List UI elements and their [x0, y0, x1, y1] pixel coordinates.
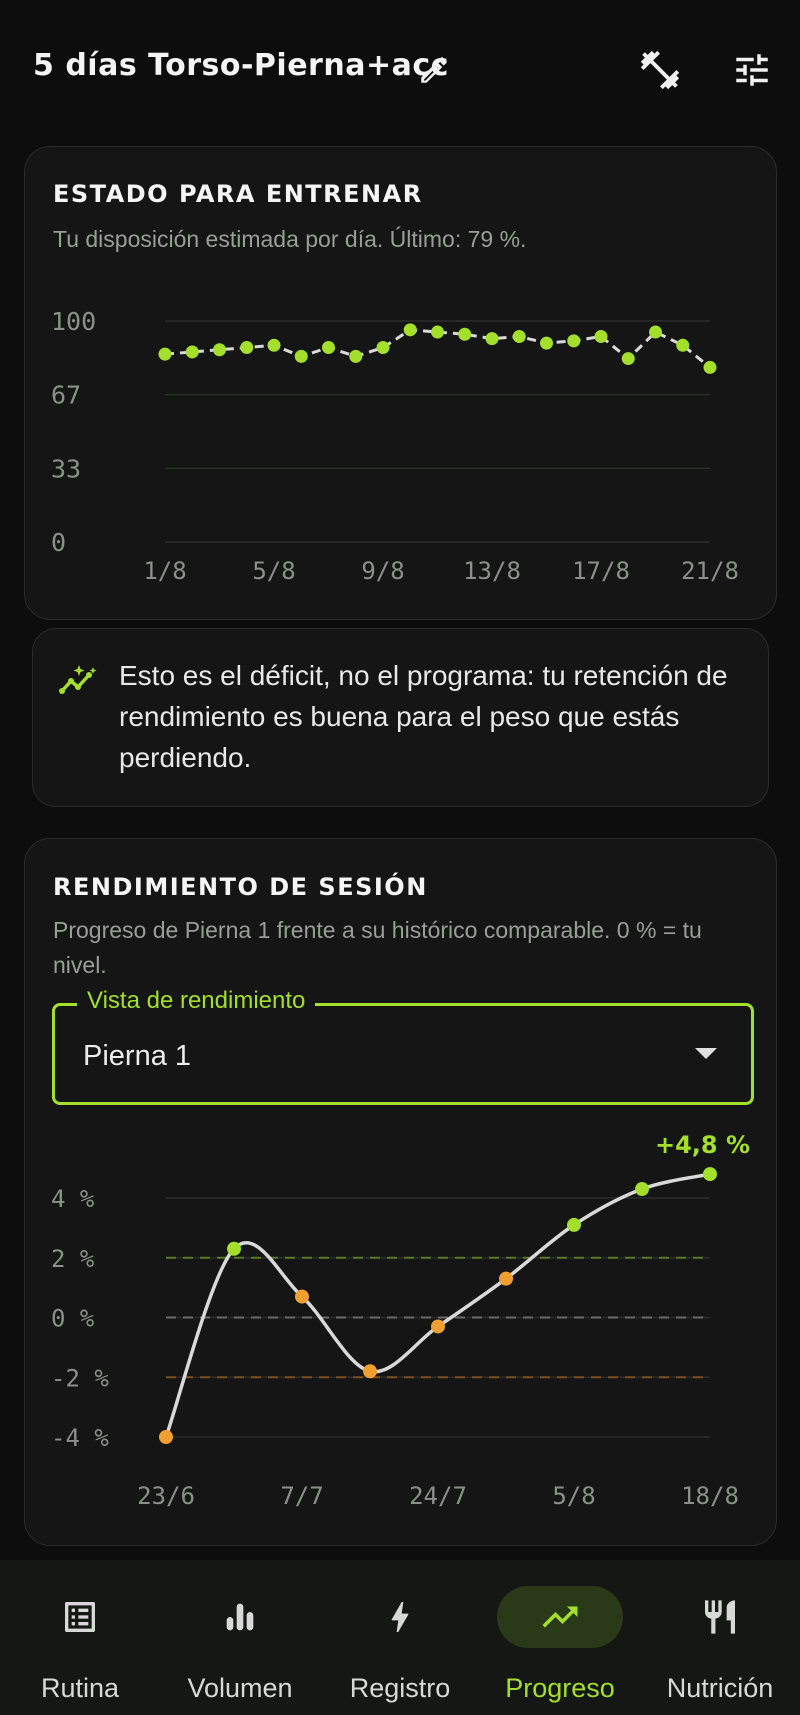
- nav-icon-container: [17, 1586, 143, 1648]
- data-point: [213, 343, 226, 357]
- y-tick-label: 33: [51, 454, 81, 483]
- nav-item-rutina[interactable]: Rutina: [0, 1560, 160, 1715]
- data-point: [703, 1167, 717, 1182]
- last-value-label: +4,8 %: [655, 1131, 750, 1159]
- data-point: [594, 329, 608, 343]
- edit-icon[interactable]: [417, 53, 451, 87]
- y-tick-label: 100: [51, 307, 96, 336]
- bolt-icon: [391, 1602, 409, 1632]
- nav-icon-container: [177, 1586, 303, 1648]
- nav-item-nutricion[interactable]: Nutrición: [640, 1560, 800, 1715]
- data-point: [403, 323, 417, 337]
- data-point: [485, 332, 499, 346]
- data-point: [621, 352, 635, 366]
- bar-chart-icon: [226, 1603, 254, 1631]
- data-point: [499, 1271, 513, 1286]
- data-point: [567, 1217, 581, 1232]
- data-point: [363, 1364, 377, 1379]
- nav-label: Registro: [349, 1673, 451, 1703]
- y-tick-label: -4 %: [51, 1424, 109, 1452]
- dumbbell-icon[interactable]: [636, 47, 684, 93]
- list-icon: [65, 1602, 95, 1632]
- data-point: [159, 1430, 173, 1444]
- data-point: [185, 345, 199, 359]
- y-tick-label: -2 %: [51, 1364, 109, 1392]
- x-tick-label: 23/6: [137, 1482, 195, 1510]
- data-point: [540, 336, 553, 350]
- x-tick-label: 18/8: [681, 1482, 739, 1510]
- nav-icon-container: [657, 1586, 783, 1648]
- data-point: [567, 334, 581, 348]
- data-point: [431, 1319, 445, 1334]
- readiness-card: ESTADO PARA ENTRENAR Tu disposición esti…: [24, 146, 777, 620]
- y-tick-label: 4 %: [51, 1185, 95, 1213]
- insight-text: Esto es el déficit, no el programa: tu r…: [119, 660, 728, 773]
- data-point: [294, 349, 308, 363]
- data-point: [376, 341, 390, 355]
- performance-card: RENDIMIENTO DE SESIÓN Progreso de Pierna…: [24, 838, 777, 1546]
- nav-item-progreso[interactable]: Progreso: [480, 1560, 640, 1715]
- x-tick-label: 21/8: [681, 557, 739, 585]
- top-app-bar: 5 días Torso-Pierna+acc: [0, 0, 800, 140]
- data-point: [240, 341, 254, 355]
- x-tick-label: 24/7: [409, 1482, 467, 1510]
- x-tick-label: 17/8: [572, 557, 630, 585]
- data-point: [349, 349, 363, 363]
- nav-icon-container: [337, 1586, 463, 1648]
- bottom-navigation: Rutina Volumen Registro Progreso Nutrici…: [0, 1560, 800, 1715]
- x-tick-label: 5/8: [252, 557, 295, 585]
- data-point: [227, 1241, 241, 1256]
- data-point: [267, 338, 281, 352]
- nav-item-registro[interactable]: Registro: [320, 1560, 480, 1715]
- y-tick-label: 67: [51, 381, 81, 410]
- data-point: [649, 325, 662, 339]
- data-point: [676, 338, 690, 352]
- data-point: [322, 341, 335, 355]
- insight-card: Esto es el déficit, no el programa: tu r…: [32, 628, 769, 807]
- data-point: [295, 1289, 309, 1304]
- nav-label: Nutrición: [666, 1673, 774, 1703]
- performance-chart: +4,8 % 4 % 2 % 0 % -2 % -4 % 23/6 7/7 24/7 5/8 18…: [51, 1131, 750, 1510]
- x-tick-label: 1/8: [143, 557, 186, 585]
- routine-title[interactable]: 5 días Torso-Pierna+acc: [33, 48, 449, 83]
- y-tick-label: 2 %: [51, 1245, 95, 1273]
- trend-line: [164, 1172, 712, 1439]
- data-point: [431, 325, 444, 339]
- nav-item-volumen[interactable]: Volumen: [160, 1560, 320, 1715]
- restaurant-icon: [705, 1600, 735, 1634]
- x-tick-label: 7/7: [280, 1482, 323, 1510]
- nav-label: Volumen: [187, 1673, 293, 1703]
- nav-icon-container: [497, 1586, 623, 1648]
- y-tick-label: 0: [51, 528, 66, 557]
- data-point: [158, 347, 172, 361]
- nav-label: Rutina: [40, 1673, 120, 1703]
- sparkle-trend-icon: [59, 665, 97, 694]
- data-point: [512, 329, 526, 343]
- trending-up-icon: [542, 1606, 578, 1628]
- data-point: [635, 1182, 649, 1197]
- data-point: [703, 360, 717, 374]
- tune-icon[interactable]: [730, 49, 774, 91]
- x-tick-label: 5/8: [552, 1482, 595, 1510]
- nav-label: Progreso: [505, 1673, 615, 1703]
- data-point: [458, 327, 472, 341]
- x-tick-label: 13/8: [463, 557, 521, 585]
- x-tick-label: 9/8: [361, 557, 404, 585]
- y-tick-label: 0 %: [51, 1305, 95, 1333]
- readiness-chart: 100 67 33 0 1/8 5/8 9/8 13/8 17/8 21/8: [51, 307, 739, 585]
